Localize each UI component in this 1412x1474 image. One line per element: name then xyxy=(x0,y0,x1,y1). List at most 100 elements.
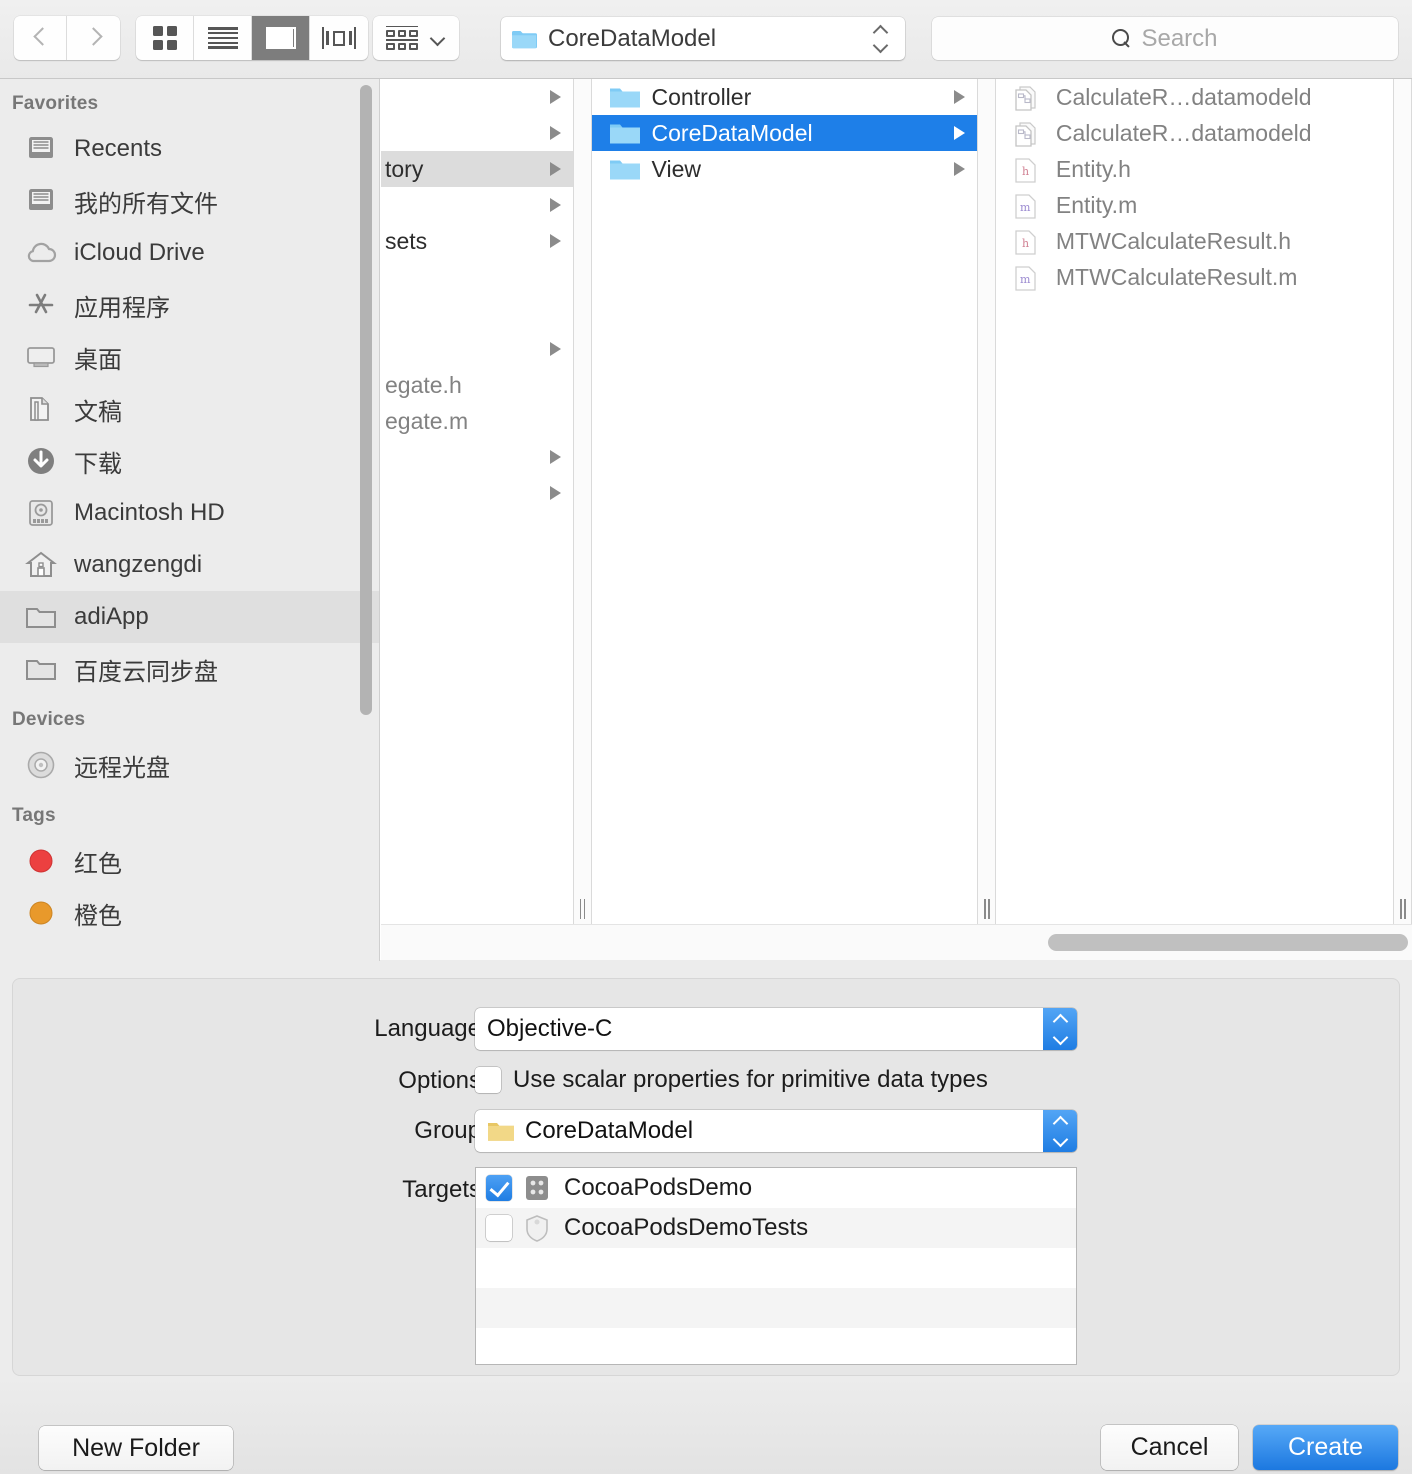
sidebar-item-tag-orange[interactable]: 橙色 xyxy=(0,887,380,939)
folder-icon xyxy=(511,29,537,49)
location-popup-button[interactable]: CoreDataModel xyxy=(501,17,905,60)
sidebar-item-adiapp[interactable]: adiApp xyxy=(0,591,380,643)
sidebar-item-desktop[interactable]: 桌面 xyxy=(0,331,380,383)
column-row[interactable] xyxy=(381,79,573,115)
resize-grip-icon xyxy=(1399,899,1407,919)
coverflow-view-button[interactable] xyxy=(310,16,368,60)
column-row[interactable]: egate.m xyxy=(381,403,573,439)
row-label: Entity.h xyxy=(1055,155,1131,182)
column-row[interactable]: h Entity.h xyxy=(996,151,1393,187)
group-popup-button[interactable]: CoreDataModel xyxy=(475,1110,1077,1152)
browser-column-1: tory sets egate.h egate.m xyxy=(381,79,574,924)
column-resizer-2[interactable] xyxy=(978,79,996,924)
view-mode-button-group xyxy=(136,16,368,60)
new-folder-button[interactable]: New Folder xyxy=(39,1426,233,1470)
sidebar-section-devices-title: Devices xyxy=(12,709,86,730)
column-row-selected[interactable]: tory xyxy=(381,151,573,187)
column-resizer-3[interactable] xyxy=(1394,79,1412,924)
column-row[interactable]: h MTWCalculateResult.h xyxy=(996,223,1393,259)
column-row[interactable] xyxy=(381,259,573,295)
sidebar-item-label: 应用程序 xyxy=(74,294,170,322)
cancel-button[interactable]: Cancel xyxy=(1101,1425,1238,1470)
sidebar: Favorites Recents 我的所有文件 iCloud Drive 应用… xyxy=(0,79,380,961)
row-label: egate.h xyxy=(385,371,462,398)
disclosure-arrow-icon xyxy=(549,126,561,140)
group-value: CoreDataModel xyxy=(525,1117,694,1144)
row-label: MTWCalculateResult.m xyxy=(1055,263,1298,290)
column-row[interactable]: sets xyxy=(381,223,573,259)
arrange-button[interactable] xyxy=(373,16,459,60)
column-row[interactable]: egate.h xyxy=(381,367,573,403)
row-label: Entity.m xyxy=(1055,191,1138,218)
browser-column-3: CalculateR…datamodeld CalculateR…datamod… xyxy=(995,79,1395,924)
sidebar-item-label: 百度云同步盘 xyxy=(74,658,218,686)
search-field[interactable]: Search xyxy=(932,17,1398,60)
column-row[interactable] xyxy=(381,439,573,475)
column-row[interactable]: CalculateR…datamodeld xyxy=(996,115,1393,151)
resize-grip-icon xyxy=(579,899,587,919)
column-row[interactable]: m Entity.m xyxy=(996,187,1393,223)
column-row[interactable]: CalculateR…datamodeld xyxy=(996,79,1393,115)
disclosure-arrow-icon xyxy=(954,162,966,176)
target-row-empty[interactable] xyxy=(476,1248,1076,1288)
scalar-properties-checkbox[interactable] xyxy=(475,1067,501,1093)
column-row[interactable] xyxy=(381,187,573,223)
applications-icon xyxy=(22,288,60,322)
all-files-icon xyxy=(22,184,60,218)
popup-stepper-icon xyxy=(1043,1110,1077,1152)
sidebar-item-recents[interactable]: Recents xyxy=(0,123,380,175)
sidebar-scrollbar[interactable] xyxy=(360,85,372,715)
column-resizer-1[interactable] xyxy=(573,79,592,924)
sidebar-item-applications[interactable]: 应用程序 xyxy=(0,279,380,331)
folder-icon xyxy=(609,157,641,182)
folder-icon xyxy=(609,85,641,110)
target-row-empty[interactable] xyxy=(476,1328,1076,1368)
sidebar-item-tag-red[interactable]: 红色 xyxy=(0,835,380,887)
downloads-icon xyxy=(22,444,60,478)
sidebar-item-label: wangzengdi xyxy=(74,551,203,578)
horizontal-scrollbar[interactable] xyxy=(381,924,1412,960)
scalar-properties-row[interactable]: Use scalar properties for primitive data… xyxy=(475,1063,988,1097)
column-row[interactable]: m MTWCalculateResult.m xyxy=(996,259,1393,295)
column-row[interactable] xyxy=(381,295,573,331)
sidebar-item-icloud-drive[interactable]: iCloud Drive xyxy=(0,227,380,279)
target-row-empty[interactable] xyxy=(476,1288,1076,1328)
sidebar-item-all-my-files[interactable]: 我的所有文件 xyxy=(0,175,380,227)
chevron-left-icon xyxy=(34,26,47,50)
target-checkbox[interactable] xyxy=(486,1175,512,1201)
language-popup-button[interactable]: Objective-C xyxy=(475,1008,1077,1050)
sidebar-item-downloads[interactable]: 下载 xyxy=(0,435,380,487)
popup-stepper-icon xyxy=(1043,1008,1077,1050)
harddisk-icon xyxy=(22,496,60,530)
column-row[interactable] xyxy=(381,475,573,511)
forward-button[interactable] xyxy=(67,16,120,60)
sidebar-item-remote-disc[interactable]: 远程光盘 xyxy=(0,739,380,791)
language-label-wrap: Language xyxy=(336,1012,481,1046)
horizontal-scrollbar-thumb[interactable] xyxy=(1048,934,1408,951)
list-view-button[interactable] xyxy=(194,16,252,60)
target-row[interactable]: CocoaPodsDemo xyxy=(476,1168,1076,1208)
column-row[interactable] xyxy=(381,115,573,151)
sidebar-item-baidu-sync[interactable]: 百度云同步盘 xyxy=(0,643,380,695)
icon-view-button[interactable] xyxy=(136,16,194,60)
disc-icon xyxy=(22,748,60,782)
search-placeholder: Search xyxy=(1141,24,1218,52)
create-button[interactable]: Create xyxy=(1253,1425,1398,1470)
column-row[interactable] xyxy=(381,331,573,367)
svg-text:h: h xyxy=(1022,237,1029,250)
column-row[interactable]: Controller xyxy=(592,79,978,115)
column-row[interactable]: View xyxy=(592,151,978,187)
sidebar-item-label: 桌面 xyxy=(74,346,122,374)
disclosure-arrow-icon xyxy=(549,198,561,212)
disclosure-arrow-icon xyxy=(549,90,561,104)
sidebar-item-documents[interactable]: 文稿 xyxy=(0,383,380,435)
sidebar-item-home[interactable]: wangzengdi xyxy=(0,539,380,591)
new-folder-label: New Folder xyxy=(72,1433,200,1462)
back-button[interactable] xyxy=(14,16,67,60)
column-view-button[interactable] xyxy=(252,16,310,60)
column-row-selected[interactable]: CoreDataModel xyxy=(591,115,978,151)
target-checkbox[interactable] xyxy=(486,1215,512,1241)
sidebar-item-macintosh-hd[interactable]: Macintosh HD xyxy=(0,487,380,539)
target-row[interactable]: CocoaPodsDemoTests xyxy=(476,1208,1076,1248)
folder-icon xyxy=(22,600,60,634)
